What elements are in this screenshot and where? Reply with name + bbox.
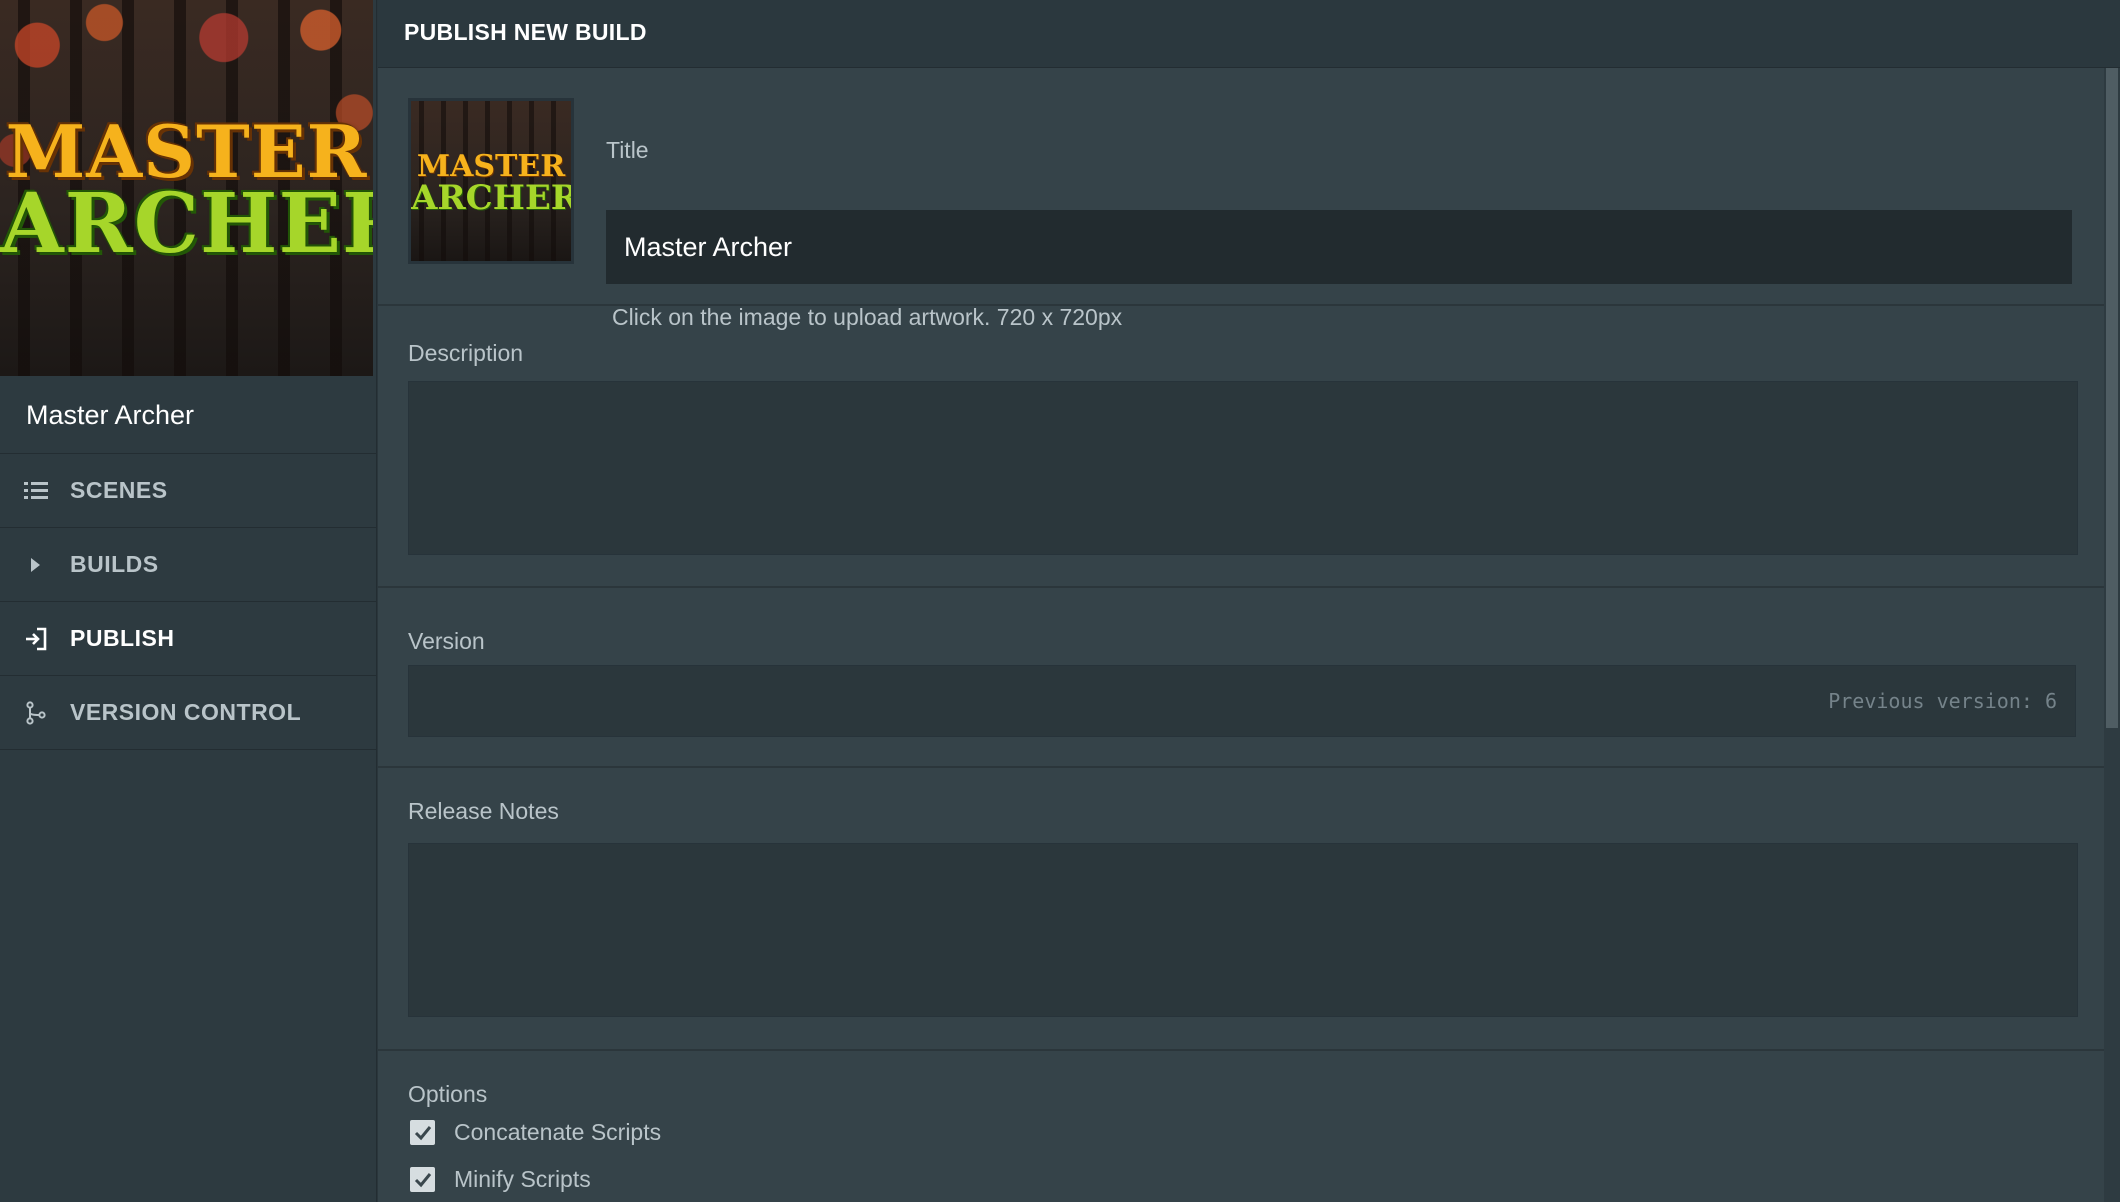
publish-panel: PUBLISH NEW BUILD MASTER ARCHER Title Cl…: [378, 0, 2120, 1202]
play-icon: [24, 553, 48, 577]
checkmark-icon: [414, 1125, 431, 1140]
options-label: Options: [408, 1081, 488, 1107]
scrollbar[interactable]: [2104, 68, 2120, 1202]
description-textarea[interactable]: [408, 381, 2078, 555]
options-section: Options Concatenate Scripts Minify Scrip…: [378, 1051, 2104, 1202]
sidebar: MASTER ARCHER Master Archer SCENES BUILD…: [0, 0, 377, 1202]
checkbox[interactable]: [410, 1120, 435, 1145]
page-title: PUBLISH NEW BUILD: [378, 0, 2120, 68]
title-input[interactable]: [606, 210, 2072, 284]
version-placeholder: Previous version: 6: [1828, 689, 2057, 713]
release-notes-textarea[interactable]: [408, 843, 2078, 1017]
option-minify-scripts[interactable]: Minify Scripts: [410, 1166, 591, 1193]
sidebar-item-scenes[interactable]: SCENES: [0, 454, 376, 528]
game-logo: MASTER ARCHER: [0, 115, 373, 273]
title-label: Title: [606, 137, 649, 163]
game-logo-line2: ARCHER: [411, 177, 574, 218]
sidebar-item-version-control[interactable]: VERSION CONTROL: [0, 676, 376, 750]
project-name: Master Archer: [0, 376, 376, 454]
list-icon: [24, 479, 48, 503]
checkmark-icon: [414, 1172, 431, 1187]
sidebar-item-publish[interactable]: PUBLISH: [0, 602, 376, 676]
option-label: Minify Scripts: [454, 1166, 591, 1192]
release-notes-section: Release Notes: [378, 768, 2104, 1051]
description-section: Description: [378, 306, 2104, 588]
sidebar-item-label: SCENES: [70, 477, 168, 503]
description-label: Description: [408, 340, 524, 366]
checkbox[interactable]: [410, 1167, 435, 1192]
version-input[interactable]: Previous version: 6: [408, 665, 2076, 737]
publish-form: MASTER ARCHER Title Click on the image t…: [378, 68, 2104, 1202]
game-logo-line2: ARCHER: [0, 176, 373, 273]
sidebar-item-label: BUILDS: [70, 551, 159, 577]
sidebar-item-label: VERSION CONTROL: [70, 699, 302, 725]
game-logo: MASTER ARCHER: [411, 152, 574, 218]
artwork-upload-thumbnail[interactable]: MASTER ARCHER: [408, 98, 574, 264]
project-cover-image: MASTER ARCHER: [0, 0, 373, 376]
sidebar-item-builds[interactable]: BUILDS: [0, 528, 376, 602]
sidebar-item-label: PUBLISH: [70, 625, 175, 651]
publish-icon: [24, 627, 48, 651]
version-section: Version Previous version: 6: [378, 588, 2104, 768]
branch-icon: [24, 700, 48, 725]
option-label: Concatenate Scripts: [454, 1119, 662, 1145]
version-label: Version: [408, 628, 485, 654]
release-notes-label: Release Notes: [408, 798, 559, 824]
scrollbar-thumb[interactable]: [2106, 68, 2118, 728]
title-section: MASTER ARCHER Title Click on the image t…: [378, 68, 2104, 330]
option-concatenate-scripts[interactable]: Concatenate Scripts: [410, 1119, 661, 1146]
